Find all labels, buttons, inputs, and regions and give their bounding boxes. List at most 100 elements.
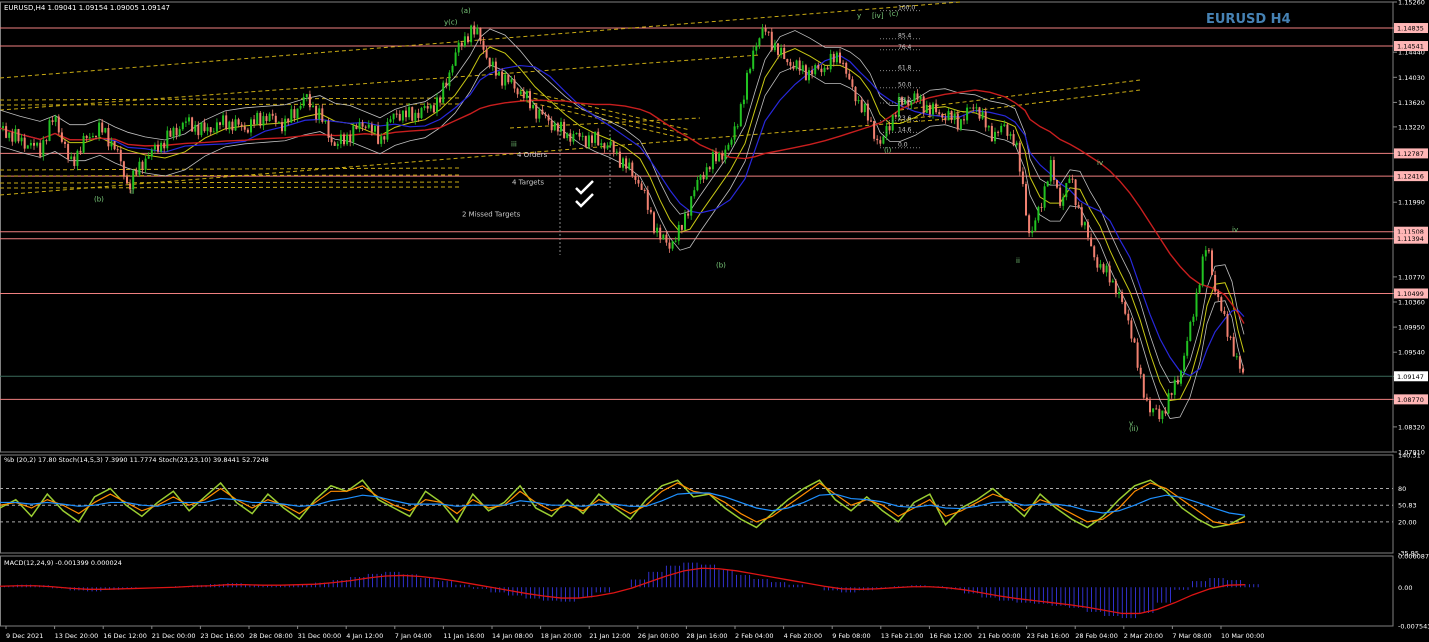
price-tick-label: 1.15260 [1398, 0, 1425, 7]
candle-body [296, 108, 299, 119]
candle-body [429, 105, 432, 109]
candle-body [48, 120, 51, 142]
time-tick-label: 23 Dec 16:00 [200, 632, 244, 640]
time-tick-label: 13 Feb 21:00 [881, 632, 924, 640]
candle-body [563, 121, 566, 139]
candle-body [873, 120, 876, 139]
chart-background [0, 0, 1429, 642]
candle-body [209, 127, 212, 133]
candle-body [668, 242, 671, 249]
wave-label: 4 Targets [512, 178, 544, 186]
candle-body [851, 79, 854, 87]
candle-body [104, 127, 107, 133]
candle-body [634, 175, 637, 180]
wave-label: ii [130, 188, 134, 196]
candle-body [525, 91, 528, 99]
candle-body [798, 60, 801, 71]
candle-body [680, 224, 683, 230]
candle-body [1108, 265, 1111, 283]
candle-body [141, 161, 144, 170]
candle-body [969, 107, 972, 109]
candle-body [935, 103, 938, 113]
fib-label: 0.0 [898, 142, 908, 149]
candle-body [215, 122, 218, 132]
price-tick-label: 1.13620 [1398, 99, 1425, 107]
candle-body [842, 62, 845, 64]
candle-body [953, 113, 956, 120]
candle-body [432, 105, 435, 113]
candle-body [188, 117, 190, 122]
candle-body [250, 119, 252, 133]
candle-body [839, 52, 841, 63]
candle-body [761, 27, 764, 39]
candle-body [966, 107, 969, 121]
candle-body [101, 122, 104, 133]
candle-body [584, 135, 587, 147]
stochastic-info: %b (20,2) 17.80 Stoch(14,5,3) 7.3990 11.… [4, 456, 269, 464]
candle-body [324, 120, 327, 122]
candle-body [1087, 222, 1089, 238]
candle-body [826, 67, 829, 70]
price-tag-label: 1.14541 [1397, 43, 1424, 51]
candle-body [1180, 370, 1182, 384]
candle-body [178, 129, 181, 136]
time-tick-label: 26 Jan 00:00 [638, 632, 679, 640]
candle-body [256, 112, 259, 125]
candle-body [33, 142, 35, 146]
candle-body [922, 96, 925, 113]
candle-body [460, 42, 463, 46]
candle-body [219, 122, 221, 125]
chart-canvas[interactable]: (a)y(c)(b)(c)[iv]y(i)(ii)iiiviviiiii(b)v… [0, 0, 1429, 642]
candle-body [386, 121, 389, 140]
candle-body [330, 137, 333, 143]
candle-body [504, 74, 507, 86]
candle-body [271, 113, 274, 116]
candle-body [550, 120, 553, 131]
fib-label: 61.8 [898, 65, 912, 72]
candle-body [181, 122, 184, 130]
price-tick-label: 1.09540 [1398, 349, 1425, 357]
price-tag-label: 1.14835 [1397, 25, 1424, 33]
candle-body [721, 153, 724, 160]
candle-body [532, 104, 535, 109]
macd-info: MACD(12,24,9) -0.001399 0.000024 [4, 559, 122, 567]
candle-body [98, 122, 101, 137]
candle-body [1077, 205, 1080, 208]
candle-body [1052, 160, 1055, 180]
candle-body [439, 97, 442, 103]
candle-body [1046, 181, 1049, 187]
candle-body [863, 103, 866, 113]
price-tick-label: 1.10770 [1398, 273, 1425, 281]
candle-body [1149, 400, 1151, 413]
candle-body [343, 134, 345, 145]
candle-body [287, 118, 290, 123]
candle-body [132, 170, 135, 190]
candle-body [11, 132, 14, 142]
candle-body [370, 124, 373, 132]
candle-body [1096, 257, 1099, 268]
time-tick-label: 9 Dec 2021 [6, 632, 43, 640]
candle-body [426, 106, 429, 109]
wave-label: (b) [94, 196, 104, 204]
candle-body [835, 52, 838, 63]
candle-body [575, 132, 578, 135]
fib-label: 38.2 [898, 97, 912, 104]
candle-body [519, 91, 522, 95]
candle-body [653, 212, 655, 233]
candle-body [308, 94, 311, 108]
current-price-label: 1.09147 [1397, 373, 1424, 381]
chart-title: EURUSD H4 [1206, 12, 1291, 27]
candle-body [1065, 182, 1068, 198]
candle-body [702, 174, 705, 180]
candle-body [522, 91, 525, 99]
candle-body [95, 135, 97, 137]
candle-body [1127, 313, 1130, 321]
price-tag-label: 1.10499 [1397, 290, 1424, 298]
candle-body [987, 125, 990, 128]
candle-body [234, 119, 237, 131]
candle-body [777, 43, 779, 55]
candle-body [191, 117, 194, 132]
candle-body [814, 64, 817, 75]
candle-body [200, 122, 203, 136]
candle-body [116, 149, 119, 151]
